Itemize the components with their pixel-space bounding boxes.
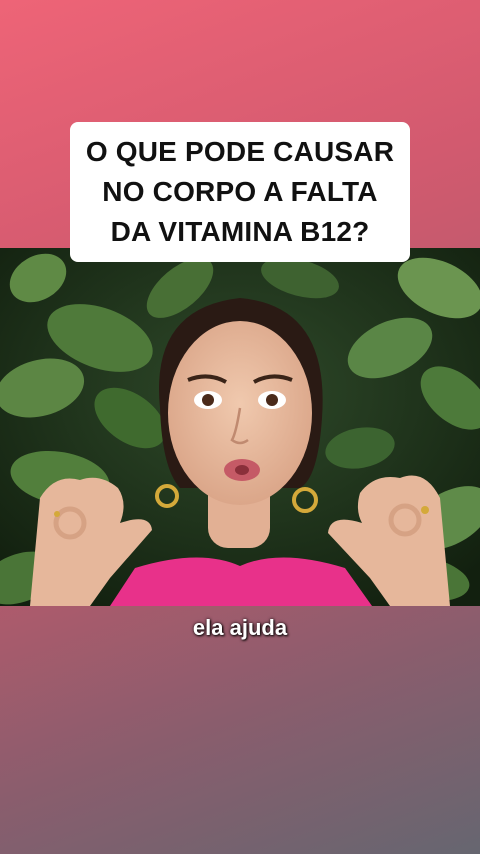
caption-line-3: DA VITAMINA B12? — [110, 216, 370, 247]
caption-line-1: O QUE PODE CAUSAR — [85, 136, 395, 167]
caption-line-2: NO CORPO A FALTA — [102, 176, 378, 207]
title-caption-card: O QUE PODE CAUSAR NO CORPO A FALTA DA VI… — [70, 122, 410, 262]
video-subtitle: ela ajuda — [192, 615, 288, 640]
video-scene — [0, 248, 480, 606]
video-frame[interactable] — [0, 248, 480, 606]
